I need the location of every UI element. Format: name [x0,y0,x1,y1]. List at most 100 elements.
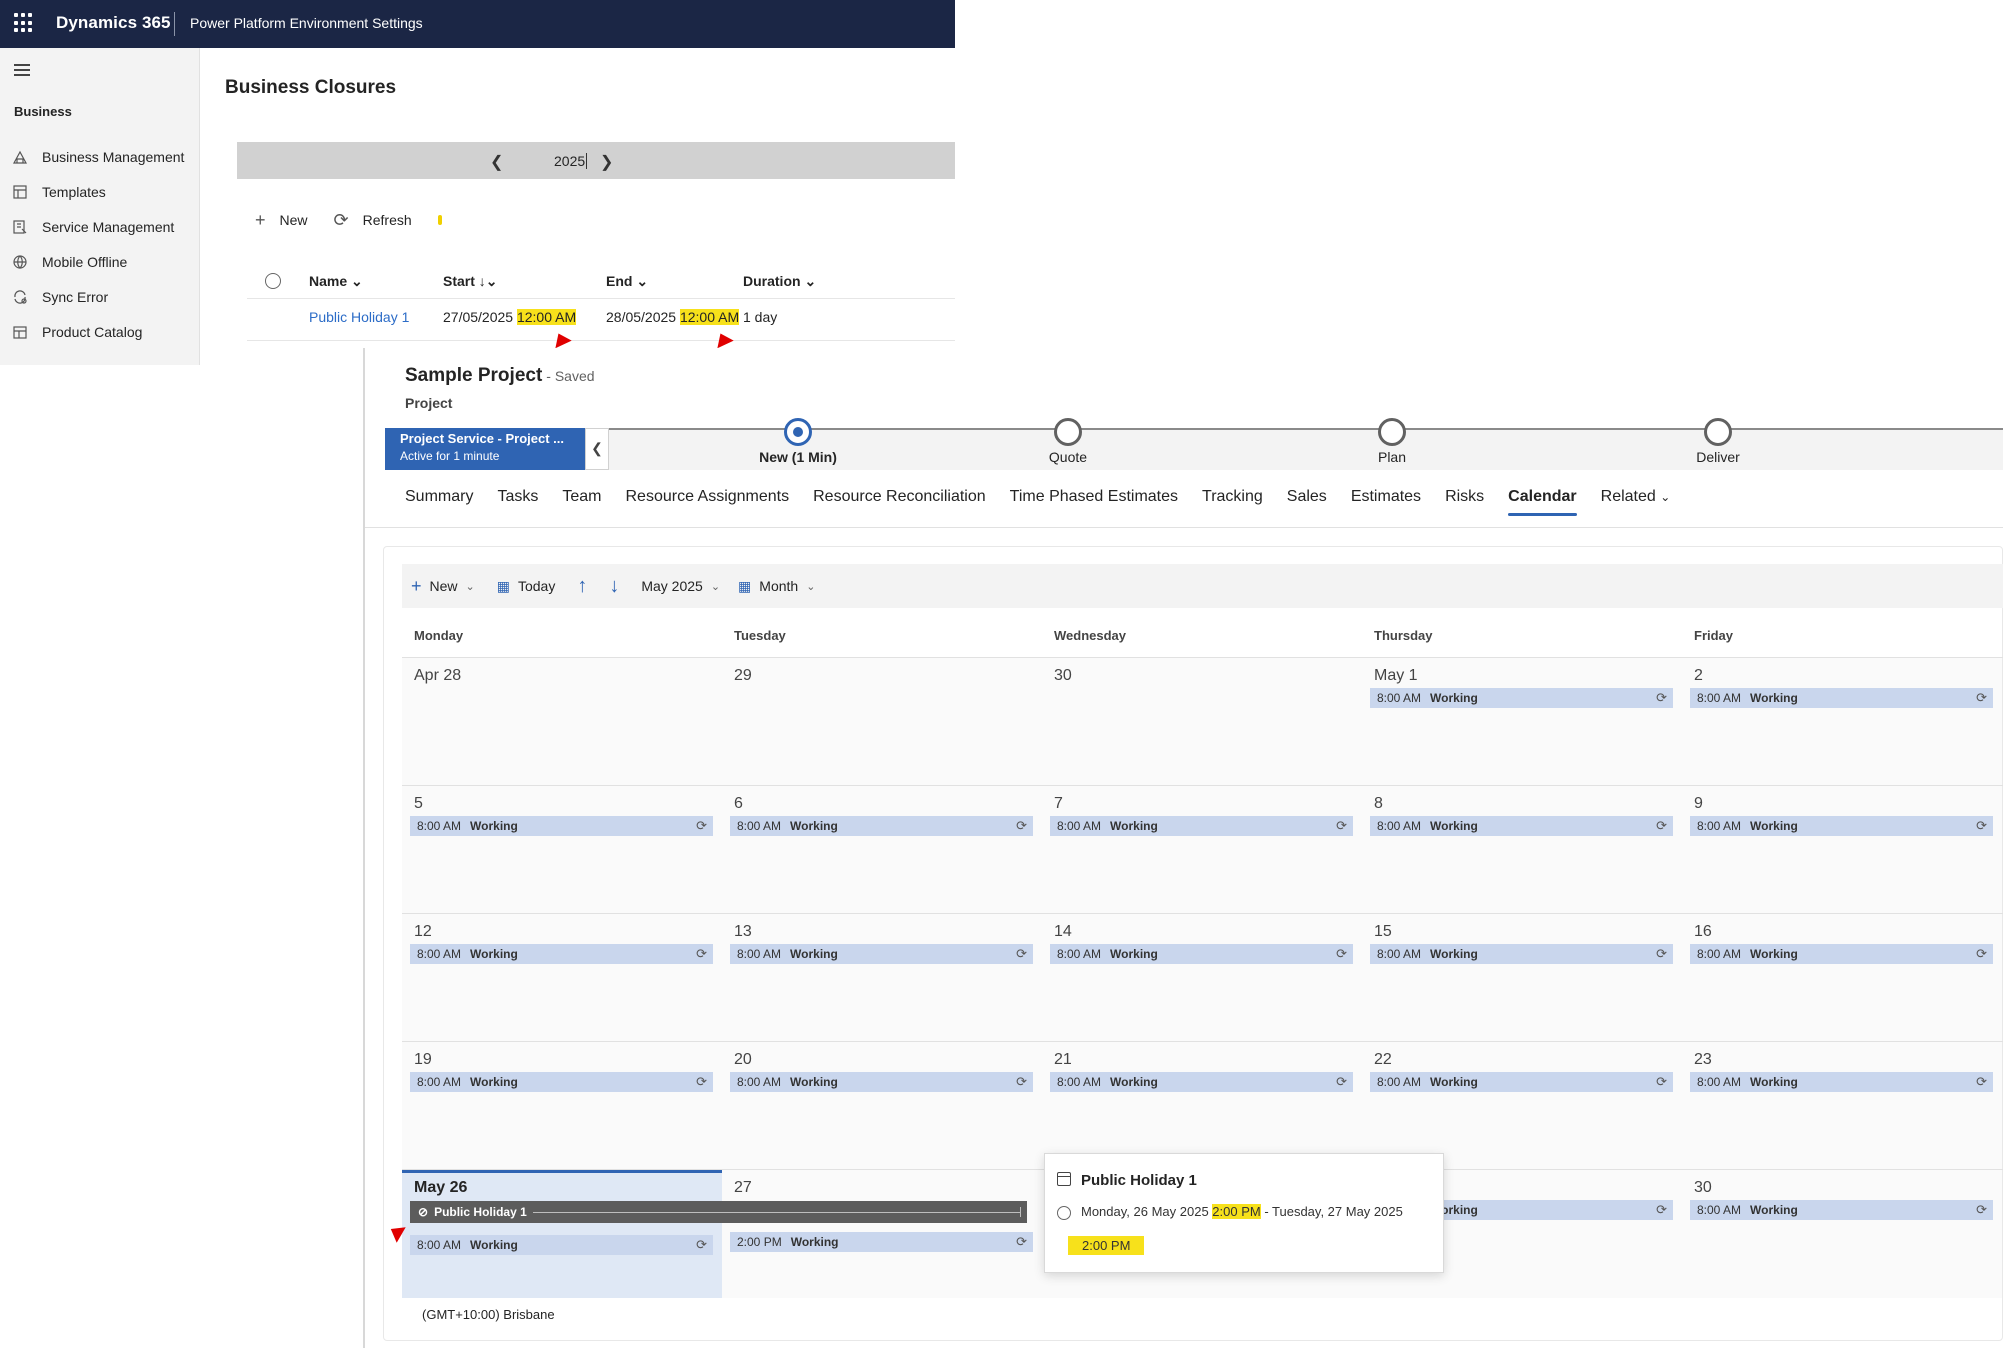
working-event[interactable]: 8:00 AM Working ⟳ [730,944,1033,964]
working-event[interactable]: 8:00 AM Working ⟳ [1690,1200,1993,1220]
working-event[interactable]: 8:00 AM Working ⟳ [1690,944,1993,964]
calendar-day-cell[interactable]: 27 2:00 PM Working ⟳ [722,1170,1042,1298]
tab-related[interactable]: Related ⌄ [1601,488,1671,518]
period-selector[interactable]: May 2025 ⌄ [641,578,720,594]
today-button[interactable]: ▦ Today [497,578,556,594]
today-label: Today [517,578,556,594]
stage-label: New (1 Min) [759,449,837,465]
calendar-day-cell[interactable]: 8 8:00 AM Working ⟳ [1362,786,1682,914]
tab-estimates[interactable]: Estimates [1351,488,1421,518]
event-label: Working [1110,947,1158,961]
calendar-day-cell[interactable]: 30 [1042,658,1362,786]
calendar-day-cell[interactable]: 12 8:00 AM Working ⟳ [402,914,722,1042]
event-label: Working [1430,819,1478,833]
tab-calendar[interactable]: Calendar [1508,488,1578,518]
tab-risks[interactable]: Risks [1445,488,1484,518]
stage-deliver[interactable]: Deliver [1638,418,1798,465]
calendar-day-cell[interactable]: 22 8:00 AM Working ⟳ [1362,1042,1682,1170]
calendar-day-cell[interactable]: 5 8:00 AM Working ⟳ [402,786,722,914]
working-event[interactable]: 8:00 AM Working ⟳ [1050,816,1353,836]
working-event[interactable]: 8:00 AM Working ⟳ [410,816,713,836]
sidebar-item-sync-error[interactable]: Sync Error [12,286,108,308]
stage-quote[interactable]: Quote [988,418,1148,465]
sidebar-item-business-management[interactable]: Business Management [12,146,184,168]
calendar-day-cell[interactable]: 2 8:00 AM Working ⟳ [1682,658,2002,786]
working-event[interactable]: 8:00 AM Working ⟳ [1370,688,1673,708]
event-time: 8:00 AM [1057,947,1102,961]
holiday-event-bar[interactable]: ⊘ Public Holiday 1 [410,1201,1027,1223]
calendar-day-cell[interactable]: 16 8:00 AM Working ⟳ [1682,914,2002,1042]
arrow-up-icon[interactable]: ↑ [577,575,587,598]
calendar-day-cell[interactable]: 15 8:00 AM Working ⟳ [1362,914,1682,1042]
app-launcher-icon[interactable] [14,13,34,33]
calendar-day-cell[interactable]: 20 8:00 AM Working ⟳ [722,1042,1042,1170]
calendar-day-cell[interactable]: 29 [722,658,1042,786]
view-selector[interactable]: ▦ Month ⌄ [738,578,815,594]
calendar-day-cell[interactable]: 19 8:00 AM Working ⟳ [402,1042,722,1170]
chevron-left-icon[interactable]: ❮ [490,152,503,172]
working-event[interactable]: 8:00 AM Working ⟳ [730,816,1033,836]
process-flyout[interactable]: Project Service - Project ... Active for… [385,428,585,470]
day-of-week-header: Thursday [1374,628,1433,643]
working-event[interactable]: 8:00 AM Working ⟳ [1690,816,1993,836]
working-event[interactable]: 8:00 AM Working ⟳ [410,1072,713,1092]
working-event[interactable]: 8:00 AM Working ⟳ [1050,1072,1353,1092]
working-event[interactable]: 8:00 AM Working ⟳ [1690,1072,1993,1092]
table-row[interactable]: Public Holiday 1 27/05/2025 12:00 AM 28/… [247,298,955,349]
calendar-day-cell[interactable]: 30 8:00 AM Working ⟳ [1682,1170,2002,1298]
calendar-day-cell[interactable]: 9 8:00 AM Working ⟳ [1682,786,2002,914]
refresh-button[interactable]: ⟳ Refresh [334,211,412,229]
day-number: 16 [1694,923,1712,940]
sidebar-item-product-catalog[interactable]: Product Catalog [12,321,142,343]
working-event[interactable]: 8:00 AM Working ⟳ [1370,944,1673,964]
tab-sales[interactable]: Sales [1287,488,1327,518]
column-header-name[interactable]: Name ⌄ [309,273,363,290]
chevron-left-icon[interactable]: ❮ [585,428,609,470]
year-input[interactable]: 2025 [554,153,588,169]
row-name-link[interactable]: Public Holiday 1 [309,309,409,325]
stage-new[interactable]: New (1 Min) [718,418,878,465]
calendar-day-cell[interactable]: 7 8:00 AM Working ⟳ [1042,786,1362,914]
working-event[interactable]: 8:00 AM Working ⟳ [1690,688,1993,708]
working-event[interactable]: 8:00 AM Working ⟳ [1050,944,1353,964]
tab-resource-assignments[interactable]: Resource Assignments [625,488,789,518]
working-event[interactable]: 8:00 AM Working ⟳ [410,1235,713,1255]
column-header-duration[interactable]: Duration ⌄ [743,273,816,290]
calendar-day-cell[interactable]: 23 8:00 AM Working ⟳ [1682,1042,2002,1170]
calendar-day-cell[interactable]: 21 8:00 AM Working ⟳ [1042,1042,1362,1170]
hamburger-menu-icon[interactable] [14,64,30,76]
day-number: 29 [734,667,752,684]
event-popup: Public Holiday 1 Monday, 26 May 2025 2:0… [1044,1153,1444,1273]
tab-team[interactable]: Team [562,488,601,518]
calendar-day-cell[interactable]: May 26 8:00 AM Working ⟳ [402,1170,722,1298]
new-menu-button[interactable]: + New ⌄ [411,577,475,595]
tab-time-phased-estimates[interactable]: Time Phased Estimates [1010,488,1178,518]
tab-tracking[interactable]: Tracking [1202,488,1263,518]
select-all-checkbox[interactable] [265,273,281,289]
sidebar-item-templates[interactable]: Templates [12,181,106,203]
calendar-day-cell[interactable]: Apr 28 [402,658,722,786]
new-button[interactable]: + New [255,211,308,229]
sidebar-item-service-management[interactable]: Service Management [12,216,174,238]
chevron-right-icon[interactable]: ❯ [600,152,613,172]
tab-tasks[interactable]: Tasks [497,488,538,518]
working-event[interactable]: 8:00 AM Working ⟳ [410,944,713,964]
working-event[interactable]: 8:00 AM Working ⟳ [730,1072,1033,1092]
working-event[interactable]: 2:00 PM Working ⟳ [730,1232,1033,1252]
calendar-day-cell[interactable]: 13 8:00 AM Working ⟳ [722,914,1042,1042]
calendar-day-cell[interactable]: 6 8:00 AM Working ⟳ [722,786,1042,914]
tab-resource-reconciliation[interactable]: Resource Reconciliation [813,488,986,518]
calendar-day-cell[interactable]: 14 8:00 AM Working ⟳ [1042,914,1362,1042]
calendar-day-cell[interactable]: May 1 8:00 AM Working ⟳ [1362,658,1682,786]
working-event[interactable]: 8:00 AM Working ⟳ [1370,1072,1673,1092]
column-header-start[interactable]: Start ↓⌄ [443,273,498,290]
tab-summary[interactable]: Summary [405,488,473,518]
stage-plan[interactable]: Plan [1312,418,1472,465]
column-header-end[interactable]: End ⌄ [606,273,648,290]
event-time: 8:00 AM [1697,1075,1742,1089]
process-name: Project Service - Project ... [400,431,565,446]
brand-name[interactable]: Dynamics 365 [56,13,171,33]
working-event[interactable]: 8:00 AM Working ⟳ [1370,816,1673,836]
arrow-down-icon[interactable]: ↓ [609,575,619,598]
sidebar-item-mobile-offline[interactable]: Mobile Offline [12,251,127,273]
